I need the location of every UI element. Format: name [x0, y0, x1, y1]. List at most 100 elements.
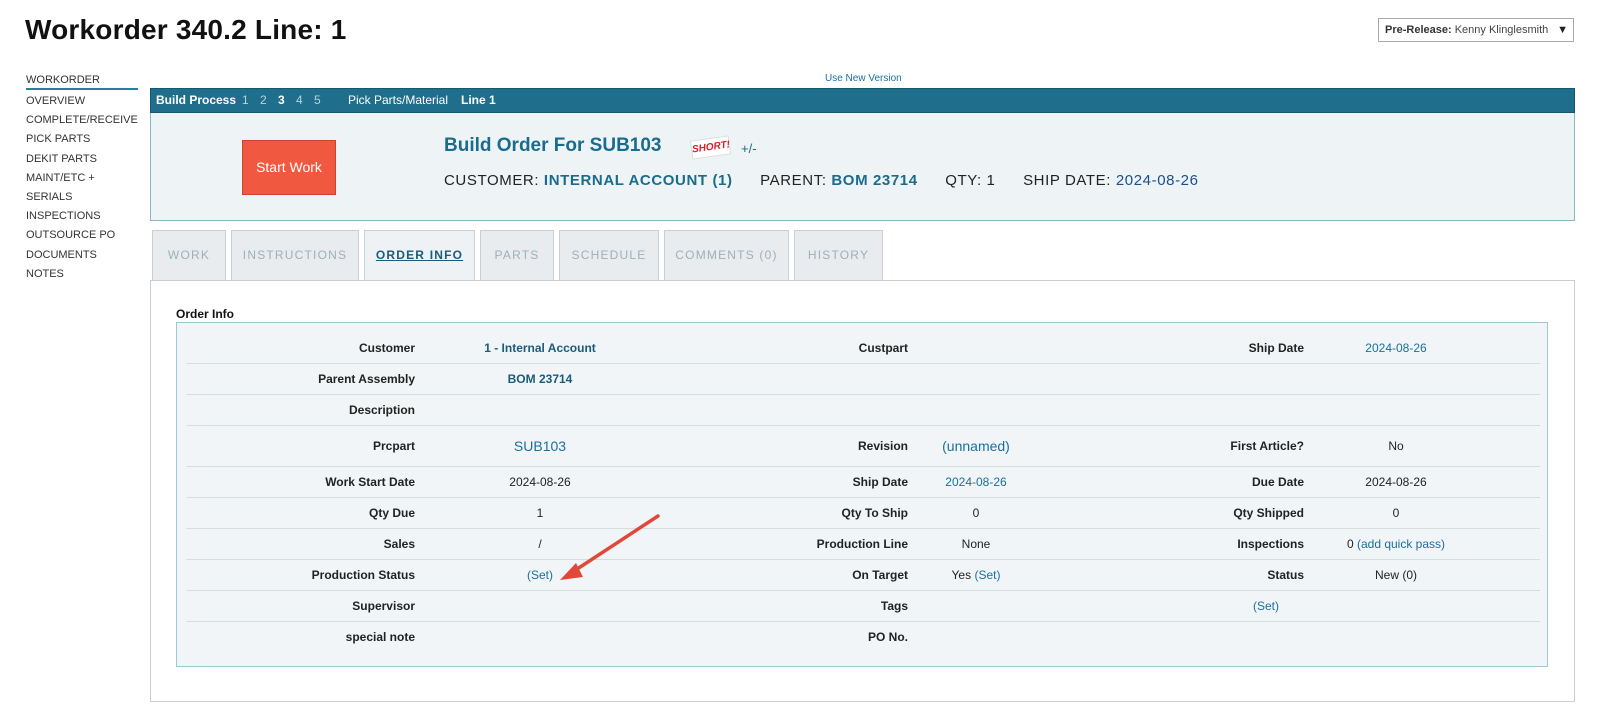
prcpart-label: Prcpart	[372, 439, 415, 453]
tab-history[interactable]: HISTORY	[794, 230, 883, 280]
user-select-value: Kenny Klinglesmith	[1454, 24, 1549, 36]
nav-dekit-parts[interactable]: DEKIT PARTS	[26, 150, 138, 169]
production-line-value: None	[961, 537, 991, 551]
tab-work[interactable]: WORK	[152, 230, 226, 280]
qty-shipped-label: Qty Shipped	[1233, 506, 1304, 520]
start-work-button[interactable]: Start Work	[242, 140, 336, 195]
description-label: Description	[348, 403, 415, 417]
table-row: Work Start Date 2024-08-26 Ship Date 202…	[186, 467, 1540, 498]
customer-label: CUSTOMER:	[444, 172, 540, 189]
process-step-4[interactable]: 4	[296, 89, 303, 112]
tab-order-info[interactable]: ORDER INFO	[364, 230, 475, 280]
po-no-label: PO No.	[867, 630, 908, 644]
custpart-label: Custpart	[858, 341, 908, 355]
parent-label: PARENT:	[760, 172, 827, 189]
nav-serials[interactable]: SERIALS	[26, 188, 138, 207]
table-row: Sales / Production Line None Inspections…	[186, 529, 1540, 560]
tab-parts[interactable]: PARTS	[480, 230, 554, 280]
table-row: Parent Assembly BOM 23714	[186, 364, 1540, 395]
tab-comments[interactable]: COMMENTS (0)	[664, 230, 789, 280]
work-start-date-label: Work Start Date	[325, 475, 415, 489]
status-value: New (0)	[1374, 568, 1417, 582]
tab-instructions[interactable]: INSTRUCTIONS	[231, 230, 359, 280]
tags-label: Tags	[880, 599, 908, 613]
process-step-1[interactable]: 1	[242, 89, 249, 112]
nav-inspections[interactable]: INSPECTIONS	[26, 207, 138, 226]
user-select-label: Pre-Release:	[1385, 24, 1452, 36]
parent-link[interactable]: BOM 23714	[831, 172, 917, 189]
nav-workorder[interactable]: WORKORDER	[26, 72, 138, 90]
ship-date-2-link[interactable]: 2024-08-26	[945, 475, 1006, 489]
process-step-2[interactable]: 2	[260, 89, 267, 112]
table-row: Qty Due 1 Qty To Ship 0 Qty Shipped 0	[186, 498, 1540, 529]
ship-date-link[interactable]: 2024-08-26	[1365, 341, 1426, 355]
nav-complete-receive[interactable]: COMPLETE/RECEIVE	[26, 111, 138, 130]
qty-to-ship-value: 0	[972, 506, 980, 520]
revision-link[interactable]: (unnamed)	[942, 438, 1010, 454]
process-step-5[interactable]: 5	[314, 89, 321, 112]
table-row: Supervisor Tags (Set)	[186, 591, 1540, 622]
sales-value: /	[538, 537, 542, 551]
production-line-label: Production Line	[816, 537, 908, 551]
dropdown-arrow-icon: ▼	[1557, 24, 1568, 36]
prcpart-link[interactable]: SUB103	[514, 438, 566, 454]
due-date-value: 2024-08-26	[1365, 475, 1427, 489]
qty-to-ship-label: Qty To Ship	[841, 506, 908, 520]
on-target-set-link[interactable]: (Set)	[974, 568, 1000, 582]
nav-notes[interactable]: NOTES	[26, 265, 138, 284]
work-start-date-value: 2024-08-26	[509, 475, 571, 489]
qty-due-value: 1	[536, 506, 544, 520]
due-date-label: Due Date	[1251, 475, 1304, 489]
customer-link[interactable]: 1 - Internal Account	[484, 341, 596, 355]
nav-pick-parts[interactable]: PICK PARTS	[26, 130, 138, 149]
use-new-version-link[interactable]: Use New Version	[825, 73, 902, 84]
build-meta-line: CUSTOMER: INTERNAL ACCOUNT (1) PARENT: B…	[444, 172, 1199, 189]
customer-link[interactable]: INTERNAL ACCOUNT (1)	[544, 172, 733, 189]
nav-outsource-po[interactable]: OUTSOURCE PO	[26, 226, 138, 245]
plus-minus-link[interactable]: +/-	[741, 141, 757, 156]
nav-maint-etc[interactable]: MAINT/ETC +	[26, 169, 138, 188]
add-quick-pass-link[interactable]: (add quick pass)	[1357, 537, 1445, 551]
order-info-table: Customer 1 - Internal Account Custpart S…	[186, 333, 1540, 652]
tab-schedule[interactable]: SCHEDULE	[559, 230, 659, 280]
special-note-label: special note	[345, 630, 415, 644]
ship-date-label: SHIP DATE:	[1023, 172, 1112, 189]
pick-parts-material-link[interactable]: Pick Parts/Material	[348, 89, 448, 112]
first-article-value: No	[1388, 439, 1404, 453]
line-indicator: Line 1	[461, 93, 496, 107]
production-status-label: Production Status	[311, 568, 415, 582]
nav-overview[interactable]: OVERVIEW	[26, 92, 138, 111]
order-info-title: Order Info	[176, 307, 235, 321]
parent-assembly-label: Parent Assembly	[318, 372, 415, 386]
tags-set-link[interactable]: (Set)	[1253, 599, 1279, 613]
qty-due-label: Qty Due	[368, 506, 415, 520]
ship-date-label: Ship Date	[1248, 341, 1304, 355]
qty-label: QTY: 1	[945, 172, 996, 189]
ship-date-link[interactable]: 2024-08-26	[1116, 172, 1199, 189]
build-header-panel: Start Work Build Order For SUB103 SHORT!…	[150, 113, 1575, 221]
on-target-value: Yes	[951, 568, 972, 582]
page-title: Workorder 340.2 Line: 1	[25, 14, 347, 45]
table-row: Customer 1 - Internal Account Custpart S…	[186, 333, 1540, 364]
process-step-3[interactable]: 3	[278, 89, 285, 112]
inspections-count: 0	[1346, 537, 1354, 551]
inspections-label: Inspections	[1237, 537, 1304, 551]
parent-assembly-link[interactable]: BOM 23714	[508, 372, 573, 386]
user-select[interactable]: Pre-Release: Kenny Klinglesmith ▼	[1378, 18, 1574, 42]
revision-label: Revision	[857, 439, 908, 453]
table-row: Production Status (Set) On Target Yes (S…	[186, 560, 1540, 591]
qty-shipped-value: 0	[1392, 506, 1400, 520]
production-status-set-link[interactable]: (Set)	[527, 568, 553, 582]
short-badge: SHORT!	[689, 135, 732, 160]
left-nav: WORKORDER OVERVIEW COMPLETE/RECEIVE PICK…	[26, 72, 138, 284]
on-target-label: On Target	[852, 568, 908, 582]
order-info-panel: Customer 1 - Internal Account Custpart S…	[176, 322, 1548, 667]
table-row: Description	[186, 395, 1540, 426]
build-process-label: Build Process	[156, 93, 237, 107]
build-process-bar: Build Process 1 2 3 4 5 Pick Parts/Mater…	[150, 88, 1575, 113]
customer-label: Customer	[358, 341, 415, 355]
table-row: special note PO No.	[186, 622, 1540, 652]
status-label: Status	[1267, 568, 1304, 582]
supervisor-label: Supervisor	[352, 599, 415, 613]
nav-documents[interactable]: DOCUMENTS	[26, 246, 138, 265]
